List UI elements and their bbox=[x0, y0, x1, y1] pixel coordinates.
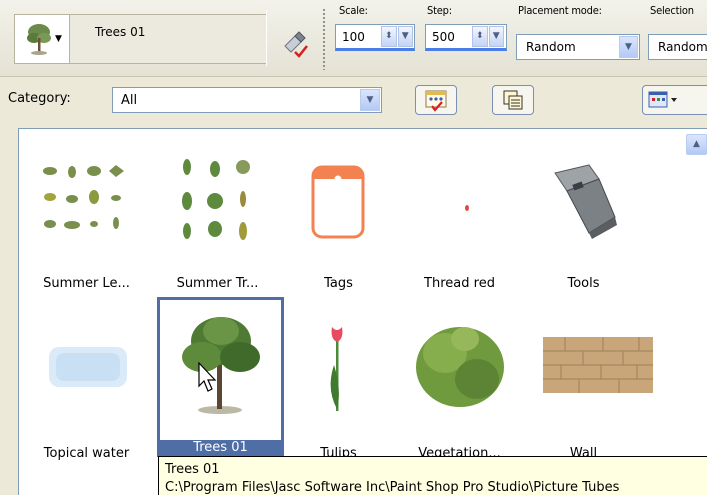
selection-mode-label: Selection bbox=[650, 4, 694, 17]
category-row: Category: All ▼ bbox=[0, 76, 707, 126]
gallery-item-label: Topical water bbox=[43, 446, 130, 461]
item-tooltip: Trees 01 C:\Program Files\Jasc Software … bbox=[158, 456, 707, 495]
water-thumbnail bbox=[49, 347, 127, 387]
scroll-up-button[interactable]: ▲ bbox=[686, 134, 707, 155]
chevron-down-icon[interactable]: ▼ bbox=[397, 26, 413, 47]
placement-mode-value: Random bbox=[526, 40, 576, 54]
view-options-button[interactable] bbox=[642, 85, 707, 115]
step-stepper[interactable]: 500 ⬍ ▼ bbox=[425, 24, 507, 51]
tooltip-path: C:\Program Files\Jasc Software Inc\Paint… bbox=[165, 480, 620, 495]
chevron-down-icon[interactable]: ▼ bbox=[488, 26, 504, 47]
placement-mode-label: Placement mode: bbox=[518, 4, 602, 17]
scale-spin-buttons[interactable]: ⬍ ▼ bbox=[381, 26, 413, 47]
trees-thumbnail bbox=[182, 159, 250, 240]
tulip-thumbnail bbox=[330, 327, 343, 411]
tube-gallery: ▲ Summer Le... Summer Tr... Tags Thread … bbox=[18, 128, 707, 495]
selection-mode-value: Random bbox=[658, 40, 707, 54]
step-label: Step: bbox=[427, 4, 452, 17]
step-value: 500 bbox=[432, 30, 455, 44]
copy-tubes-button[interactable] bbox=[492, 85, 534, 115]
leaves-thumbnail bbox=[43, 165, 124, 229]
scale-label: Scale: bbox=[339, 4, 368, 17]
select-tubes-button[interactable] bbox=[415, 85, 457, 115]
mouse-cursor-icon bbox=[198, 362, 217, 392]
selection-mode-select[interactable]: Random bbox=[648, 34, 707, 60]
thread-thumbnail bbox=[465, 205, 469, 211]
tube-toolbar: ▼ Trees 01 Scale: 100 ⬍ ▼ Step: 500 ⬍ ▼ … bbox=[0, 0, 707, 76]
gallery-item-label: Thread red bbox=[424, 276, 495, 291]
gallery-item-label: Summer Le... bbox=[43, 276, 130, 291]
category-select[interactable]: All ▼ bbox=[112, 87, 382, 113]
checklist-icon bbox=[425, 90, 447, 112]
chevron-down-icon[interactable]: ▼ bbox=[55, 34, 62, 44]
copy-icon bbox=[503, 90, 523, 110]
category-value: All bbox=[121, 93, 138, 108]
thumbnail-view-icon bbox=[648, 91, 677, 108]
gallery-item-label: Summer Tr... bbox=[176, 276, 259, 291]
bush-thumbnail bbox=[416, 327, 504, 407]
chevron-down-icon[interactable]: ▼ bbox=[360, 89, 380, 111]
gallery-item-label: Tags bbox=[324, 276, 353, 291]
clear-brush-icon[interactable] bbox=[281, 30, 309, 58]
tag-thumbnail bbox=[311, 165, 365, 239]
scale-value: 100 bbox=[342, 30, 365, 44]
category-label: Category: bbox=[8, 91, 71, 106]
tree-icon bbox=[27, 24, 51, 55]
gallery-item-label: Tools bbox=[567, 276, 600, 291]
tooltip-title: Trees 01 bbox=[165, 462, 220, 477]
step-spin-buttons[interactable]: ⬍ ▼ bbox=[472, 26, 504, 47]
tube-name: Trees 01 bbox=[95, 25, 146, 39]
placement-mode-select[interactable]: Random ▼ bbox=[516, 34, 640, 60]
tree-thumbnail bbox=[182, 317, 260, 414]
toolbar-separator bbox=[266, 10, 267, 66]
spin-updown-icon[interactable]: ⬍ bbox=[381, 26, 397, 47]
stapler-thumbnail bbox=[554, 164, 617, 239]
tube-name-field: Trees 01 bbox=[70, 14, 266, 64]
chevron-down-icon[interactable]: ▼ bbox=[619, 36, 638, 58]
wall-thumbnail bbox=[543, 337, 653, 393]
spin-updown-icon[interactable]: ⬍ bbox=[472, 26, 488, 47]
tube-picker-button[interactable]: ▼ bbox=[14, 14, 70, 64]
gallery-item-label: Trees 01 bbox=[160, 440, 281, 457]
scale-stepper[interactable]: 100 ⬍ ▼ bbox=[335, 24, 415, 51]
toolbar-grip[interactable] bbox=[322, 8, 326, 70]
